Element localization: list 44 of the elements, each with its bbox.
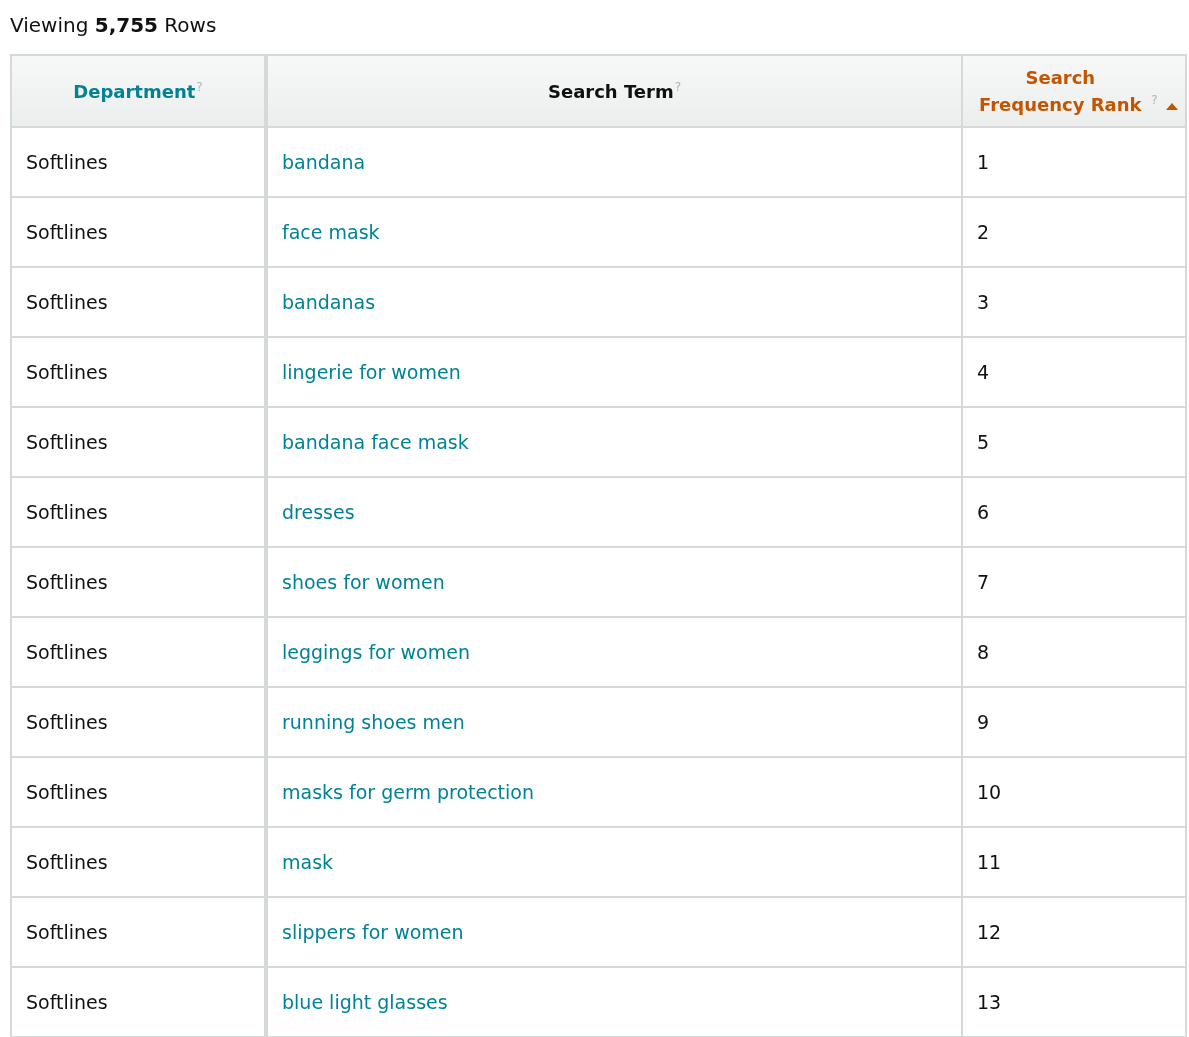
row-count-text: Viewing 5,755 Rows <box>10 12 218 39</box>
rank-cell: 5 <box>962 407 1186 477</box>
rank-cell: 12 <box>962 897 1186 967</box>
department-cell: Softlines <box>11 197 266 267</box>
search-term-link[interactable]: shoes for women <box>282 570 445 593</box>
department-cell: Softlines <box>11 897 266 967</box>
rank-cell: 4 <box>962 337 1186 407</box>
search-term-link[interactable]: running shoes men <box>282 710 465 733</box>
rank-cell: 13 <box>962 967 1186 1037</box>
rank-cell: 9 <box>962 687 1186 757</box>
department-cell: Softlines <box>11 547 266 617</box>
department-cell: Softlines <box>11 757 266 827</box>
department-cell: Softlines <box>11 827 266 897</box>
department-cell: Softlines <box>11 477 266 547</box>
search-term-link[interactable]: bandanas <box>282 290 376 313</box>
rank-cell: 7 <box>962 547 1186 617</box>
department-cell: Softlines <box>11 267 266 337</box>
department-cell: Softlines <box>11 337 266 407</box>
search-term-link[interactable]: slippers for women <box>282 920 464 943</box>
column-header[interactable]: Search Frequency Rank <box>970 64 1151 118</box>
search-term-link[interactable]: masks for germ protection <box>282 780 534 803</box>
search-term-link[interactable]: dresses <box>282 500 355 523</box>
column-header: Search Term <box>547 79 674 104</box>
department-cell: Softlines <box>11 687 266 757</box>
rank-cell: 1 <box>962 127 1186 197</box>
column-header[interactable]: Department <box>73 77 196 105</box>
department-cell: Softlines <box>11 407 266 477</box>
rank-cell: 3 <box>962 267 1186 337</box>
sort-ascending-icon[interactable] <box>1165 102 1178 110</box>
search-term-link[interactable]: bandana face mask <box>282 430 469 453</box>
department-cell: Softlines <box>11 617 266 687</box>
rank-cell: 10 <box>962 757 1186 827</box>
search-term-link[interactable]: blue light glasses <box>282 990 448 1013</box>
search-term-link[interactable]: leggings for women <box>282 640 470 663</box>
search-term-link[interactable]: lingerie for women <box>282 360 461 383</box>
department-cell: Softlines <box>11 127 266 197</box>
department-cell: Softlines <box>11 967 266 1037</box>
search-term-link[interactable]: bandana <box>282 150 366 173</box>
rank-cell: 11 <box>962 827 1186 897</box>
rank-cell: 8 <box>962 617 1186 687</box>
rank-cell: 6 <box>962 477 1186 547</box>
rank-cell: 2 <box>962 197 1186 267</box>
search-term-link[interactable]: face mask <box>282 220 380 243</box>
search-term-link[interactable]: mask <box>282 850 334 873</box>
